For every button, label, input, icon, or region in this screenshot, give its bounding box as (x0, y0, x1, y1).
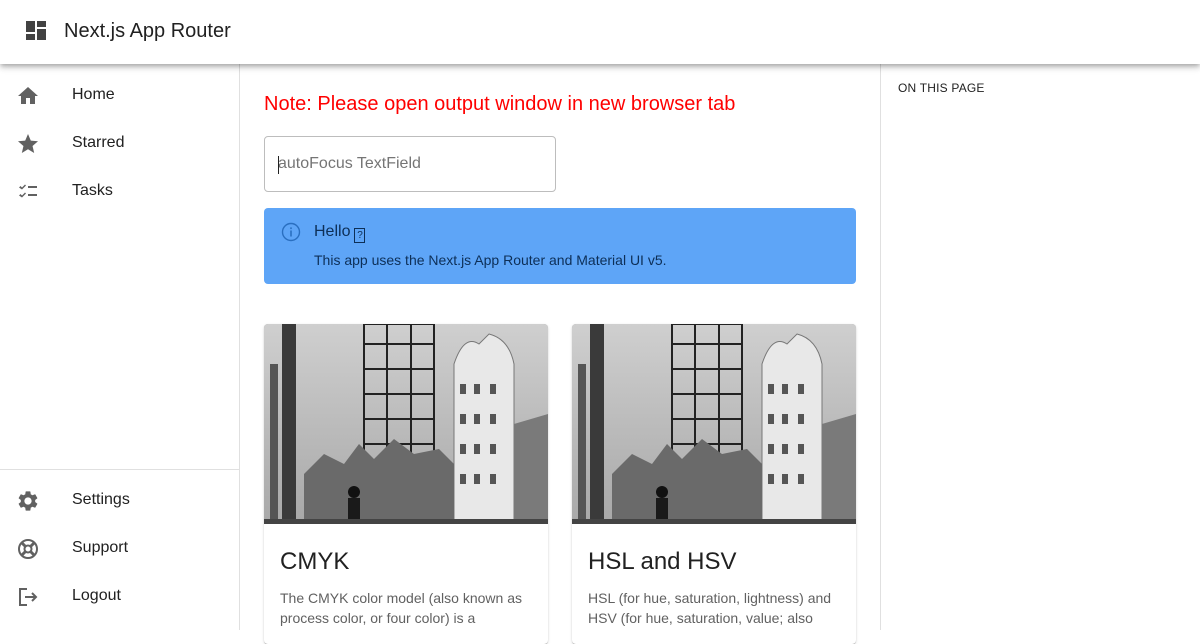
nav-item-logout[interactable]: Logout (0, 573, 239, 621)
info-icon (281, 222, 301, 242)
nav-item-home[interactable]: Home (0, 72, 239, 120)
info-alert: Hello? This app uses the Next.js App Rou… (264, 208, 856, 284)
card-image (572, 324, 856, 524)
autofocus-textfield[interactable] (264, 136, 556, 192)
table-of-contents: ON THIS PAGE (880, 64, 1200, 630)
nav-item-label: Home (72, 86, 115, 103)
card-title: CMYK (280, 548, 350, 575)
text-caret (278, 156, 279, 174)
alert-title-text: Hello (314, 223, 351, 240)
alert-body: This app uses the Next.js App Router and… (314, 252, 667, 268)
alert-title: Hello? (314, 223, 366, 243)
support-icon (18, 539, 38, 559)
nav-item-label: Support (72, 539, 129, 556)
app-bar: Next.js App Router (0, 0, 1200, 64)
checklist-icon (19, 184, 37, 198)
card-image (264, 324, 548, 524)
drawer-divider (0, 469, 239, 470)
nav-item-tasks[interactable]: Tasks (0, 168, 239, 216)
navigation-drawer: Home Starred Tasks Settings Support Logo… (0, 64, 240, 630)
nav-item-starred[interactable]: Starred (0, 120, 239, 168)
card-hsl-hsv[interactable]: HSL and HSV HSL (for hue, saturation, li… (572, 324, 856, 644)
nav-item-settings[interactable]: Settings (0, 477, 239, 525)
note-text: Note: Please open output window in new b… (264, 93, 736, 115)
home-icon (18, 87, 38, 104)
alert-emoji-glyph: ? (354, 228, 366, 243)
autofocus-input[interactable] (265, 137, 555, 191)
star-icon (18, 134, 38, 153)
app-title: Next.js App Router (64, 20, 231, 42)
nav-item-label: Logout (72, 587, 121, 604)
nav-item-label: Settings (72, 491, 130, 508)
card-title: HSL and HSV (588, 548, 737, 575)
main-content: Note: Please open output window in new b… (240, 64, 880, 644)
card-description: HSL (for hue, saturation, lightness) and… (588, 590, 832, 626)
nav-item-label: Tasks (72, 182, 113, 199)
dashboard-icon (26, 21, 46, 40)
gear-icon (18, 491, 38, 511)
logout-icon (19, 588, 38, 606)
card-cmyk[interactable]: CMYK The CMYK color model (also known as… (264, 324, 548, 644)
nav-item-support[interactable]: Support (0, 525, 239, 573)
nav-item-label: Starred (72, 134, 125, 151)
card-description: The CMYK color model (also known as proc… (280, 590, 522, 626)
toc-title: ON THIS PAGE (898, 81, 985, 95)
